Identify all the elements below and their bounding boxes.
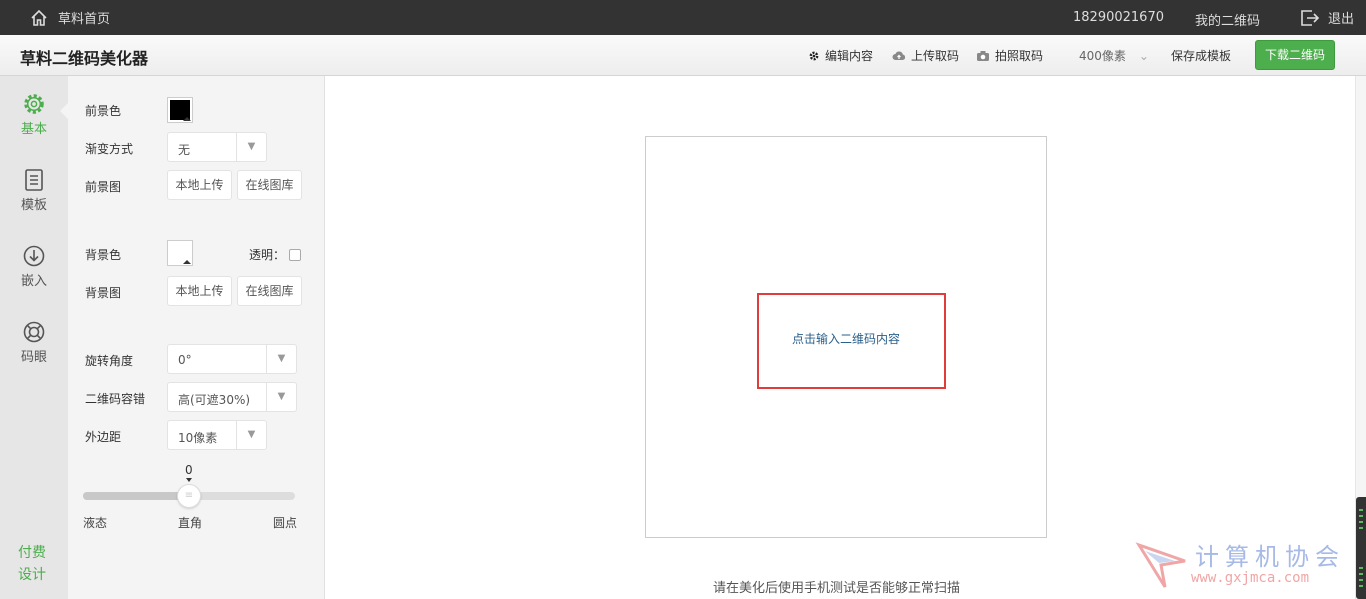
download-qr-button[interactable]: 下载二维码 — [1255, 40, 1335, 70]
margin-label: 外边距 — [85, 430, 122, 444]
bg-local-upload-button[interactable]: 本地上传 — [167, 276, 232, 306]
fg-image-label: 前景图 — [85, 180, 122, 194]
nav-basic-label: 基本 — [20, 122, 47, 137]
watermark: 计算机协会 www.gxjmca.com — [1135, 537, 1355, 593]
home-link[interactable]: 草料首页 — [30, 8, 110, 27]
nav-eye[interactable]: 码眼 — [0, 320, 68, 365]
document-icon — [25, 169, 43, 191]
enter-content-label: 点击输入二维码内容 — [792, 332, 901, 346]
size-value: 400像素 — [1079, 49, 1126, 63]
slider-label-square: 直角 — [178, 516, 203, 530]
fg-local-upload-button[interactable]: 本地上传 — [167, 170, 232, 200]
bg-color-label: 背景色 — [85, 248, 122, 262]
bg-color-picker[interactable] — [167, 240, 193, 266]
nav-embed[interactable]: 嵌入 — [0, 244, 68, 289]
gear-icon — [809, 51, 819, 60]
lifebuoy-icon — [23, 321, 45, 343]
chevron-down-icon: ▼ — [236, 421, 266, 449]
caret-icon — [183, 117, 191, 121]
photo-decode-button[interactable]: 拍照取码 — [976, 47, 1043, 64]
save-template-button[interactable]: 保存成模板 — [1171, 47, 1231, 64]
app-header: 草料二维码美化器 编辑内容 上传取码 拍照取码 400像素 ⌄ 保存成模板 下载… — [0, 35, 1366, 76]
gradient-label: 渐变方式 — [85, 142, 134, 156]
nav-eye-label: 码眼 — [20, 350, 47, 365]
home-icon — [31, 9, 47, 26]
my-qr-link[interactable]: 我的二维码 — [1195, 10, 1260, 29]
fg-color-label: 前景色 — [85, 104, 122, 118]
watermark-logo-icon — [1135, 542, 1186, 588]
shape-slider-fill — [83, 492, 189, 500]
error-correction-label: 二维码容错 — [85, 392, 146, 406]
slider-label-liquid: 液态 — [83, 516, 108, 530]
enter-content-prompt[interactable]: 点击输入二维码内容 — [757, 293, 946, 389]
download-circle-icon — [23, 245, 45, 267]
edit-content-label: 编辑内容 — [825, 49, 874, 63]
margin-value: 10像素 — [178, 431, 218, 445]
logout-label: 退出 — [1328, 12, 1355, 27]
size-select[interactable]: 400像素 ⌄ — [1079, 47, 1149, 64]
nav-paid-label-2: 设计 — [18, 567, 46, 583]
top-bar: 草料首页 18290021670 我的二维码 退出 — [0, 0, 1366, 35]
margin-select[interactable]: 10像素 ▼ — [167, 420, 267, 450]
slider-value-pointer — [186, 478, 192, 482]
bg-online-gallery-button[interactable]: 在线图库 — [237, 276, 302, 306]
user-phone: 18290021670 — [1073, 10, 1164, 25]
shape-slider-handle[interactable]: ≡ — [177, 484, 201, 508]
slider-value: 0 — [185, 463, 193, 477]
nav-paid-label-1: 付费 — [18, 545, 46, 561]
save-template-label: 保存成模板 — [1171, 49, 1232, 63]
page-title: 草料二维码美化器 — [20, 49, 149, 68]
rotation-label: 旋转角度 — [85, 354, 134, 368]
nav-embed-label: 嵌入 — [20, 274, 47, 289]
settings-gear-icon — [24, 94, 44, 114]
error-correction-select[interactable]: 高(可遮30%) ▼ — [167, 382, 297, 412]
camera-icon — [977, 50, 989, 61]
fg-online-gallery-button[interactable]: 在线图库 — [237, 170, 302, 200]
nav-template-label: 模板 — [20, 198, 47, 213]
chevron-down-icon: ▼ — [266, 345, 296, 373]
home-label: 草料首页 — [58, 12, 111, 27]
logout-icon — [1301, 9, 1320, 26]
upload-decode-label: 上传取码 — [911, 49, 960, 63]
nav-basic[interactable]: 基本 — [0, 92, 68, 137]
cloud-upload-icon — [892, 50, 906, 60]
bg-image-label: 背景图 — [85, 286, 122, 300]
transparent-label: 透明： — [249, 248, 286, 262]
side-widget[interactable] — [1356, 497, 1366, 599]
chevron-down-icon: ▼ — [236, 133, 266, 161]
photo-decode-label: 拍照取码 — [995, 49, 1044, 63]
rotation-select[interactable]: 0° ▼ — [167, 344, 297, 374]
watermark-text: 计算机协会 — [1195, 543, 1345, 571]
upload-decode-button[interactable]: 上传取码 — [892, 47, 959, 64]
rotation-value: 0° — [178, 353, 192, 367]
watermark-url: www.gxjmca.com — [1191, 570, 1310, 586]
nav-template[interactable]: 模板 — [0, 168, 68, 213]
scan-test-hint: 请在美化后使用手机测试是否能够正常扫描 — [713, 581, 961, 596]
error-correction-value: 高(可遮30%) — [178, 393, 251, 407]
chevron-down-icon: ▼ — [266, 383, 296, 411]
settings-panel: 前景色 渐变方式 无 ▼ 前景图 本地上传 在线图库 背景色 透明： 背景图 本… — [68, 76, 325, 599]
logout-link[interactable]: 退出 — [1300, 8, 1354, 27]
transparent-checkbox[interactable] — [289, 249, 301, 261]
chevron-down-icon: ⌄ — [1138, 48, 1149, 63]
edit-content-button[interactable]: 编辑内容 — [808, 47, 873, 64]
slider-label-dot: 圆点 — [273, 516, 298, 530]
gradient-select[interactable]: 无 ▼ — [167, 132, 267, 162]
left-nav: 基本 模板 嵌入 码眼 付费 设计 — [0, 76, 69, 599]
nav-paid-design[interactable]: 付费 设计 — [18, 542, 54, 586]
gradient-value: 无 — [178, 143, 191, 157]
fg-color-picker[interactable] — [167, 97, 193, 123]
caret-icon — [183, 260, 191, 264]
